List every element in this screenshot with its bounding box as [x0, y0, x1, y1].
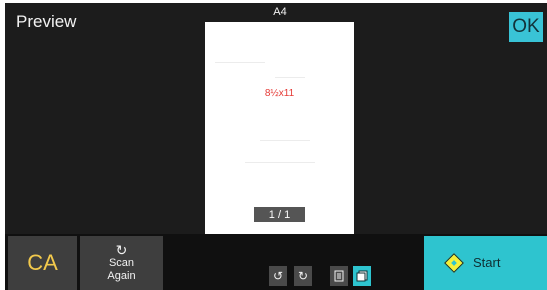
rotate-right-icon: ↻	[297, 269, 309, 283]
refresh-icon: ↻	[115, 242, 128, 258]
multi-page-view-button[interactable]	[353, 266, 371, 286]
clear-all-button[interactable]: CA	[8, 236, 77, 290]
paper-size-text: 8½x11	[264, 88, 295, 99]
rotate-left-button[interactable]: ↺	[269, 266, 287, 286]
scan-again-button[interactable]: ↻ Scan Again	[80, 236, 163, 290]
faint-line	[215, 62, 265, 63]
faint-line	[260, 140, 310, 141]
scan-again-label: Scan Again	[107, 257, 136, 282]
rotate-left-icon: ↺	[272, 269, 284, 283]
multi-page-icon	[356, 270, 368, 282]
start-diamond-icon	[444, 253, 464, 273]
start-label: Start	[473, 255, 501, 270]
start-button[interactable]: Start	[424, 236, 547, 290]
single-page-icon	[334, 270, 344, 282]
faint-line	[275, 77, 305, 78]
preview-page: 8½x11 1 / 1	[205, 22, 354, 234]
faint-line	[245, 162, 315, 163]
paper-size-label: A4	[273, 6, 287, 18]
single-page-view-button[interactable]	[330, 266, 348, 286]
page-counter: 1 / 1	[254, 207, 305, 222]
ok-button[interactable]: OK	[509, 12, 543, 42]
preview-screen: Preview OK A4 8½x11 1 / 1 CA ↻ Scan Agai…	[5, 3, 547, 290]
page-title: Preview	[16, 12, 77, 31]
rotate-right-button[interactable]: ↻	[294, 266, 312, 286]
